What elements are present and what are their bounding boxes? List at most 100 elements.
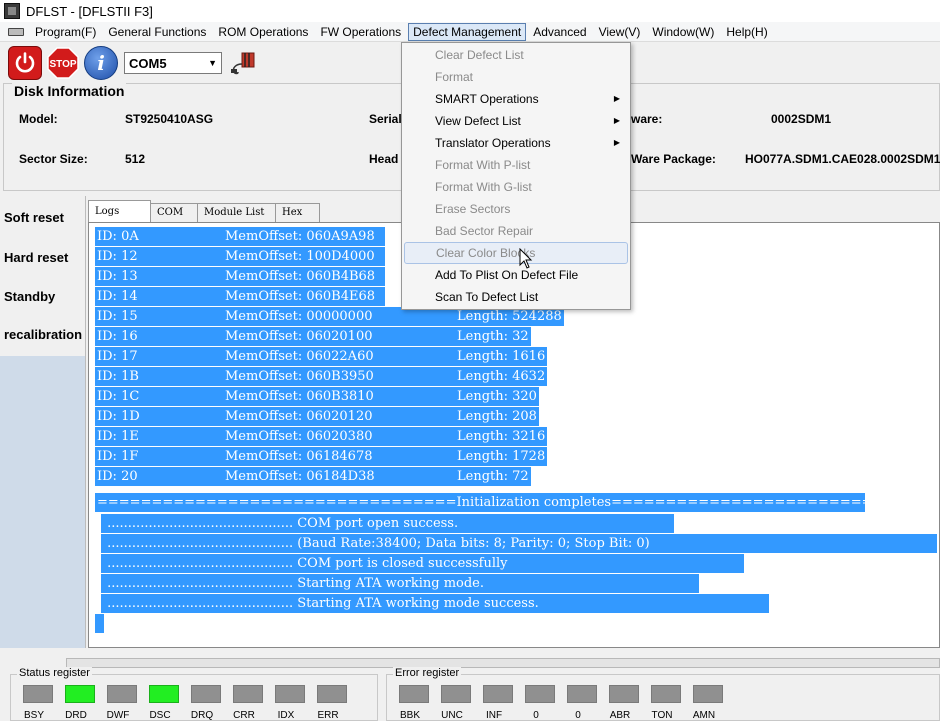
soft-reset-button[interactable]: Soft reset bbox=[4, 210, 64, 225]
stop-sign-icon: STOP bbox=[47, 47, 79, 79]
menu-general-functions[interactable]: General Functions bbox=[103, 23, 211, 41]
model-value: ST9250410ASG bbox=[125, 112, 214, 126]
menu-window[interactable]: Window(W) bbox=[647, 23, 719, 41]
log-entry-offset: MemOffset: 06184D38 bbox=[225, 469, 375, 484]
defect-menu-item[interactable]: View Defect List ▶ bbox=[402, 110, 630, 132]
menu-fw-operations[interactable]: FW Operations bbox=[315, 23, 406, 41]
connect-button[interactable] bbox=[228, 50, 258, 76]
error-register-led-label: 0 bbox=[533, 710, 539, 721]
error-register-led-label: ABR bbox=[609, 710, 631, 721]
firmware-package-value: HO077A.SDM1.CAE028.0002SDM1 bbox=[745, 152, 940, 166]
tab-module-list[interactable]: Module List bbox=[197, 203, 276, 222]
log-entry-length: Length: 208 bbox=[455, 407, 539, 426]
defect-menu-item[interactable]: Format With G-list bbox=[402, 176, 630, 198]
log-entry-length: Length: 4632 bbox=[455, 367, 548, 386]
log-entry-length: Length: 3216 bbox=[455, 427, 548, 446]
defect-menu-item[interactable]: Format With P-list bbox=[402, 154, 630, 176]
log-entry-offset: MemOffset: 060B4E68 bbox=[225, 289, 375, 304]
status-register-led bbox=[65, 685, 95, 703]
defect-menu-item[interactable]: Add To Plist On Defect File bbox=[402, 264, 630, 286]
menu-advanced[interactable]: Advanced bbox=[528, 23, 591, 41]
menu-rom-operations[interactable]: ROM Operations bbox=[213, 23, 313, 41]
defect-menu-item[interactable]: Translator Operations ▶ bbox=[402, 132, 630, 154]
defect-menu-item[interactable]: Erase Sectors bbox=[402, 198, 630, 220]
log-entry-length: Length: 320 bbox=[455, 387, 539, 406]
defect-menu-item-label: Clear Defect List bbox=[435, 48, 524, 62]
status-register-led-label: DRQ bbox=[190, 710, 214, 721]
status-register-led-label: BSY bbox=[23, 710, 44, 721]
status-register-led bbox=[275, 685, 305, 703]
error-register-led bbox=[441, 685, 471, 703]
firmware-label: ware: bbox=[631, 112, 663, 126]
app-icon bbox=[4, 3, 20, 19]
log-entry-offset: MemOffset: 00000000 bbox=[225, 309, 373, 324]
recalibration-button[interactable]: recalibration bbox=[4, 327, 82, 342]
status-register-led-label: ERR bbox=[317, 710, 339, 721]
hard-reset-button[interactable]: Hard reset bbox=[4, 250, 68, 265]
error-register-led bbox=[483, 685, 513, 703]
title-bar: DFLST - [DFLSTII F3] bbox=[0, 0, 940, 22]
log-entry-offset: MemOffset: 100D4000 bbox=[225, 249, 375, 264]
defect-menu-item-label: View Defect List bbox=[435, 114, 521, 128]
power-button[interactable] bbox=[8, 46, 42, 80]
status-register-led bbox=[191, 685, 221, 703]
error-register-led-label: 0 bbox=[575, 710, 581, 721]
defect-menu-item-label: Scan To Defect List bbox=[435, 290, 539, 304]
submenu-arrow-icon: ▶ bbox=[613, 138, 620, 147]
log-entry-length: Length: 1616 bbox=[455, 347, 548, 366]
defect-menu-item[interactable]: Bad Sector Repair bbox=[402, 220, 630, 242]
log-entry-offset: MemOffset: 06022A60 bbox=[225, 349, 374, 364]
info-button[interactable]: i bbox=[84, 46, 118, 80]
standby-button[interactable]: Standby bbox=[4, 289, 55, 304]
log-init-line: =================================Initial… bbox=[95, 493, 940, 512]
disk-information-title: Disk Information bbox=[12, 83, 127, 99]
submenu-arrow-icon: ▶ bbox=[613, 116, 620, 125]
horizontal-scrollbar[interactable] bbox=[66, 658, 940, 668]
menu-defect-management[interactable]: Defect Management bbox=[408, 22, 527, 41]
menu-view[interactable]: View(V) bbox=[594, 23, 646, 41]
defect-menu-item[interactable]: Format bbox=[402, 66, 630, 88]
status-register-group: Status register BSY DRD DWF DSC DRQ CRR IDX ERR bbox=[10, 667, 378, 721]
log-entry-offset: MemOffset: 06020380 bbox=[225, 429, 373, 444]
log-entry-offset: MemOffset: 060A9A98 bbox=[225, 229, 375, 244]
tab-com[interactable]: COM bbox=[150, 203, 198, 222]
error-register-led bbox=[567, 685, 597, 703]
defect-menu-item-label: Bad Sector Repair bbox=[435, 224, 534, 238]
com-port-select[interactable]: COM5 ▼ bbox=[124, 52, 222, 74]
log-entry-offset: MemOffset: 06184678 bbox=[225, 449, 373, 464]
status-register-led-label: IDX bbox=[277, 710, 295, 721]
tab-logs[interactable]: Logs bbox=[88, 200, 151, 222]
defect-menu-item-label: Format bbox=[435, 70, 474, 84]
error-register-led bbox=[651, 685, 681, 703]
menu-program[interactable]: Program(F) bbox=[30, 23, 101, 41]
firmware-package-label: Ware Package: bbox=[631, 152, 716, 166]
log-entry-offset: MemOffset: 06020100 bbox=[225, 329, 373, 344]
log-entry-length: Length: 1728 bbox=[455, 447, 548, 466]
log-entry-length: Length: 72 bbox=[455, 467, 531, 486]
error-register-led-label: UNC bbox=[441, 710, 463, 721]
tab-hex[interactable]: Hex bbox=[275, 203, 320, 222]
stop-button[interactable]: STOP bbox=[46, 46, 80, 80]
defect-menu-item[interactable]: Clear Color Blocks bbox=[404, 242, 628, 264]
defect-menu-item[interactable]: Scan To Defect List bbox=[402, 286, 630, 308]
window-title: DFLST - [DFLSTII F3] bbox=[26, 3, 153, 19]
error-register-title: Error register bbox=[393, 667, 462, 679]
error-register-led-label: INF bbox=[485, 710, 503, 721]
status-register-led-label: DSC bbox=[149, 710, 171, 721]
sector-size-value: 512 bbox=[125, 152, 146, 166]
defect-menu-item[interactable]: Clear Defect List bbox=[402, 44, 630, 66]
log-entry-offset: MemOffset: 060B4B68 bbox=[225, 269, 376, 284]
defect-menu-item-label: Format With G-list bbox=[435, 180, 532, 194]
defect-menu-item-label: Translator Operations bbox=[435, 136, 551, 150]
error-register-led-label: BBK bbox=[399, 710, 420, 721]
log-entry-length: Length: 32 bbox=[455, 327, 531, 346]
menu-help[interactable]: Help(H) bbox=[721, 23, 772, 41]
error-register-led bbox=[609, 685, 639, 703]
error-register-led bbox=[693, 685, 723, 703]
power-icon bbox=[15, 52, 35, 73]
mouse-cursor-icon bbox=[519, 248, 533, 269]
error-register-led bbox=[399, 685, 429, 703]
system-menu-icon[interactable] bbox=[8, 27, 24, 36]
defect-menu-item[interactable]: SMART Operations ▶ bbox=[402, 88, 630, 110]
log-tabs: Logs COM Module List Hex bbox=[88, 200, 320, 222]
